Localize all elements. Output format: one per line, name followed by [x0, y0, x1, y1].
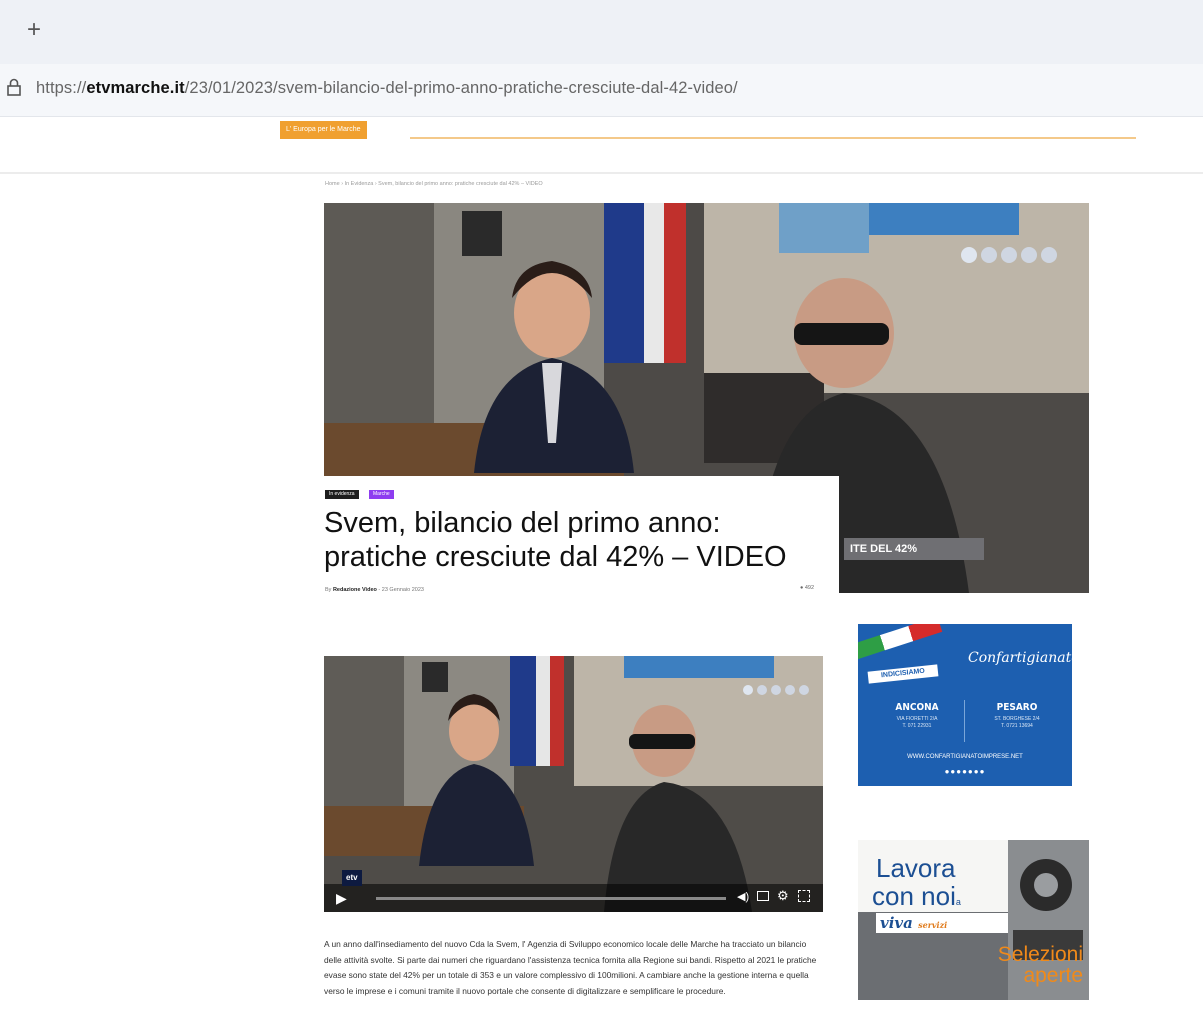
ad-headline-line1: Lavora [876, 853, 956, 883]
ad-headline-line2-suffix: a [955, 897, 961, 907]
ad-divider [964, 700, 965, 742]
url-domain: etvmarche.it [86, 79, 185, 97]
ad-city-pesaro: PESARO [996, 702, 1038, 713]
ad-selection-line1: Selezioni [997, 943, 1083, 966]
ad-viva-brand: viva [880, 914, 913, 932]
video-channel-logo: etv [342, 870, 362, 886]
view-count-value: 492 [804, 585, 815, 591]
byline-prefix: By [325, 587, 332, 593]
view-count: ● 492 [800, 585, 814, 591]
video-player[interactable] [324, 656, 823, 912]
viva-servizi-ad[interactable]: Lavora con noia viva servizi Selezioni ap… [858, 840, 1089, 1000]
url-prefix: https:// [36, 79, 87, 97]
ad-selection-line2: aperte [1023, 964, 1083, 987]
hero-overlay-caption: ITE DEL 42% [850, 543, 918, 555]
category-tab[interactable]: L' Europa per le Marche [280, 121, 367, 139]
article-body: A un anno dall'insediamento del nuovo Cd… [324, 939, 817, 997]
url-text[interactable]: https://etvmarche.it/23/01/2023/svem-bil… [36, 79, 738, 98]
lock-icon[interactable] [6, 78, 26, 98]
ad-headline-line2: con noia [872, 882, 961, 916]
category-underline [410, 137, 1136, 139]
ad-city-ancona: ANCONA [895, 702, 939, 713]
author-link[interactable]: Redazione Video [333, 587, 377, 593]
ad-selection-text: Selezioni aperte [998, 944, 1083, 986]
italian-flag-ribbon [858, 624, 943, 660]
ad-social-icons: ●●●●●●● [944, 767, 986, 776]
category-badge[interactable]: Marche [369, 490, 394, 499]
header-divider [0, 172, 1203, 174]
url-path: /23/01/2023/svem-bilancio-del-primo-anno… [184, 79, 738, 97]
browser-tab-bar [0, 0, 1203, 64]
ad-address-ancona: VIA FIORETTI 2/A T. 071 22931 [896, 716, 938, 729]
publish-date: 23 Gennaio 2023 [381, 587, 424, 593]
plus-icon[interactable]: + [22, 18, 46, 42]
video-progress-bar[interactable] [376, 897, 726, 900]
ad-website: WWW.CONFARTIGIANATOIMPRESE.NET [907, 754, 1023, 760]
ad-brand: Confartigianato [968, 650, 1072, 666]
play-icon[interactable]: ▶ [336, 890, 358, 906]
ad-headline-line2-text: con noi [872, 881, 956, 911]
confartigianato-ad[interactable]: Confartigianato INDICISIAMO ANCONA VIA F… [858, 624, 1072, 786]
article-meta: By Redazione Video - 23 Gennaio 2023 [325, 587, 424, 593]
breadcrumb[interactable]: Home › In Evidenza › Svem, bilancio del … [325, 181, 543, 187]
ad-address-pesaro: ST. BORGHESE 2/4 T. 0721 13694 [994, 716, 1040, 729]
eye-icon: ● [800, 585, 804, 591]
captions-icon[interactable] [757, 891, 769, 901]
volume-icon[interactable]: ◀) [737, 890, 749, 903]
ad-tagline: INDICISIAMO [867, 664, 939, 684]
fullscreen-icon[interactable] [798, 890, 810, 902]
ad-viva-logo: viva servizi [876, 913, 1008, 933]
settings-gear-icon[interactable]: ⚙ [777, 888, 789, 904]
article-title: Svem, bilancio del primo anno: pratiche … [324, 507, 787, 573]
ad-viva-brand-suffix: servizi [918, 920, 948, 930]
category-badge[interactable]: In evidenza [325, 490, 359, 499]
